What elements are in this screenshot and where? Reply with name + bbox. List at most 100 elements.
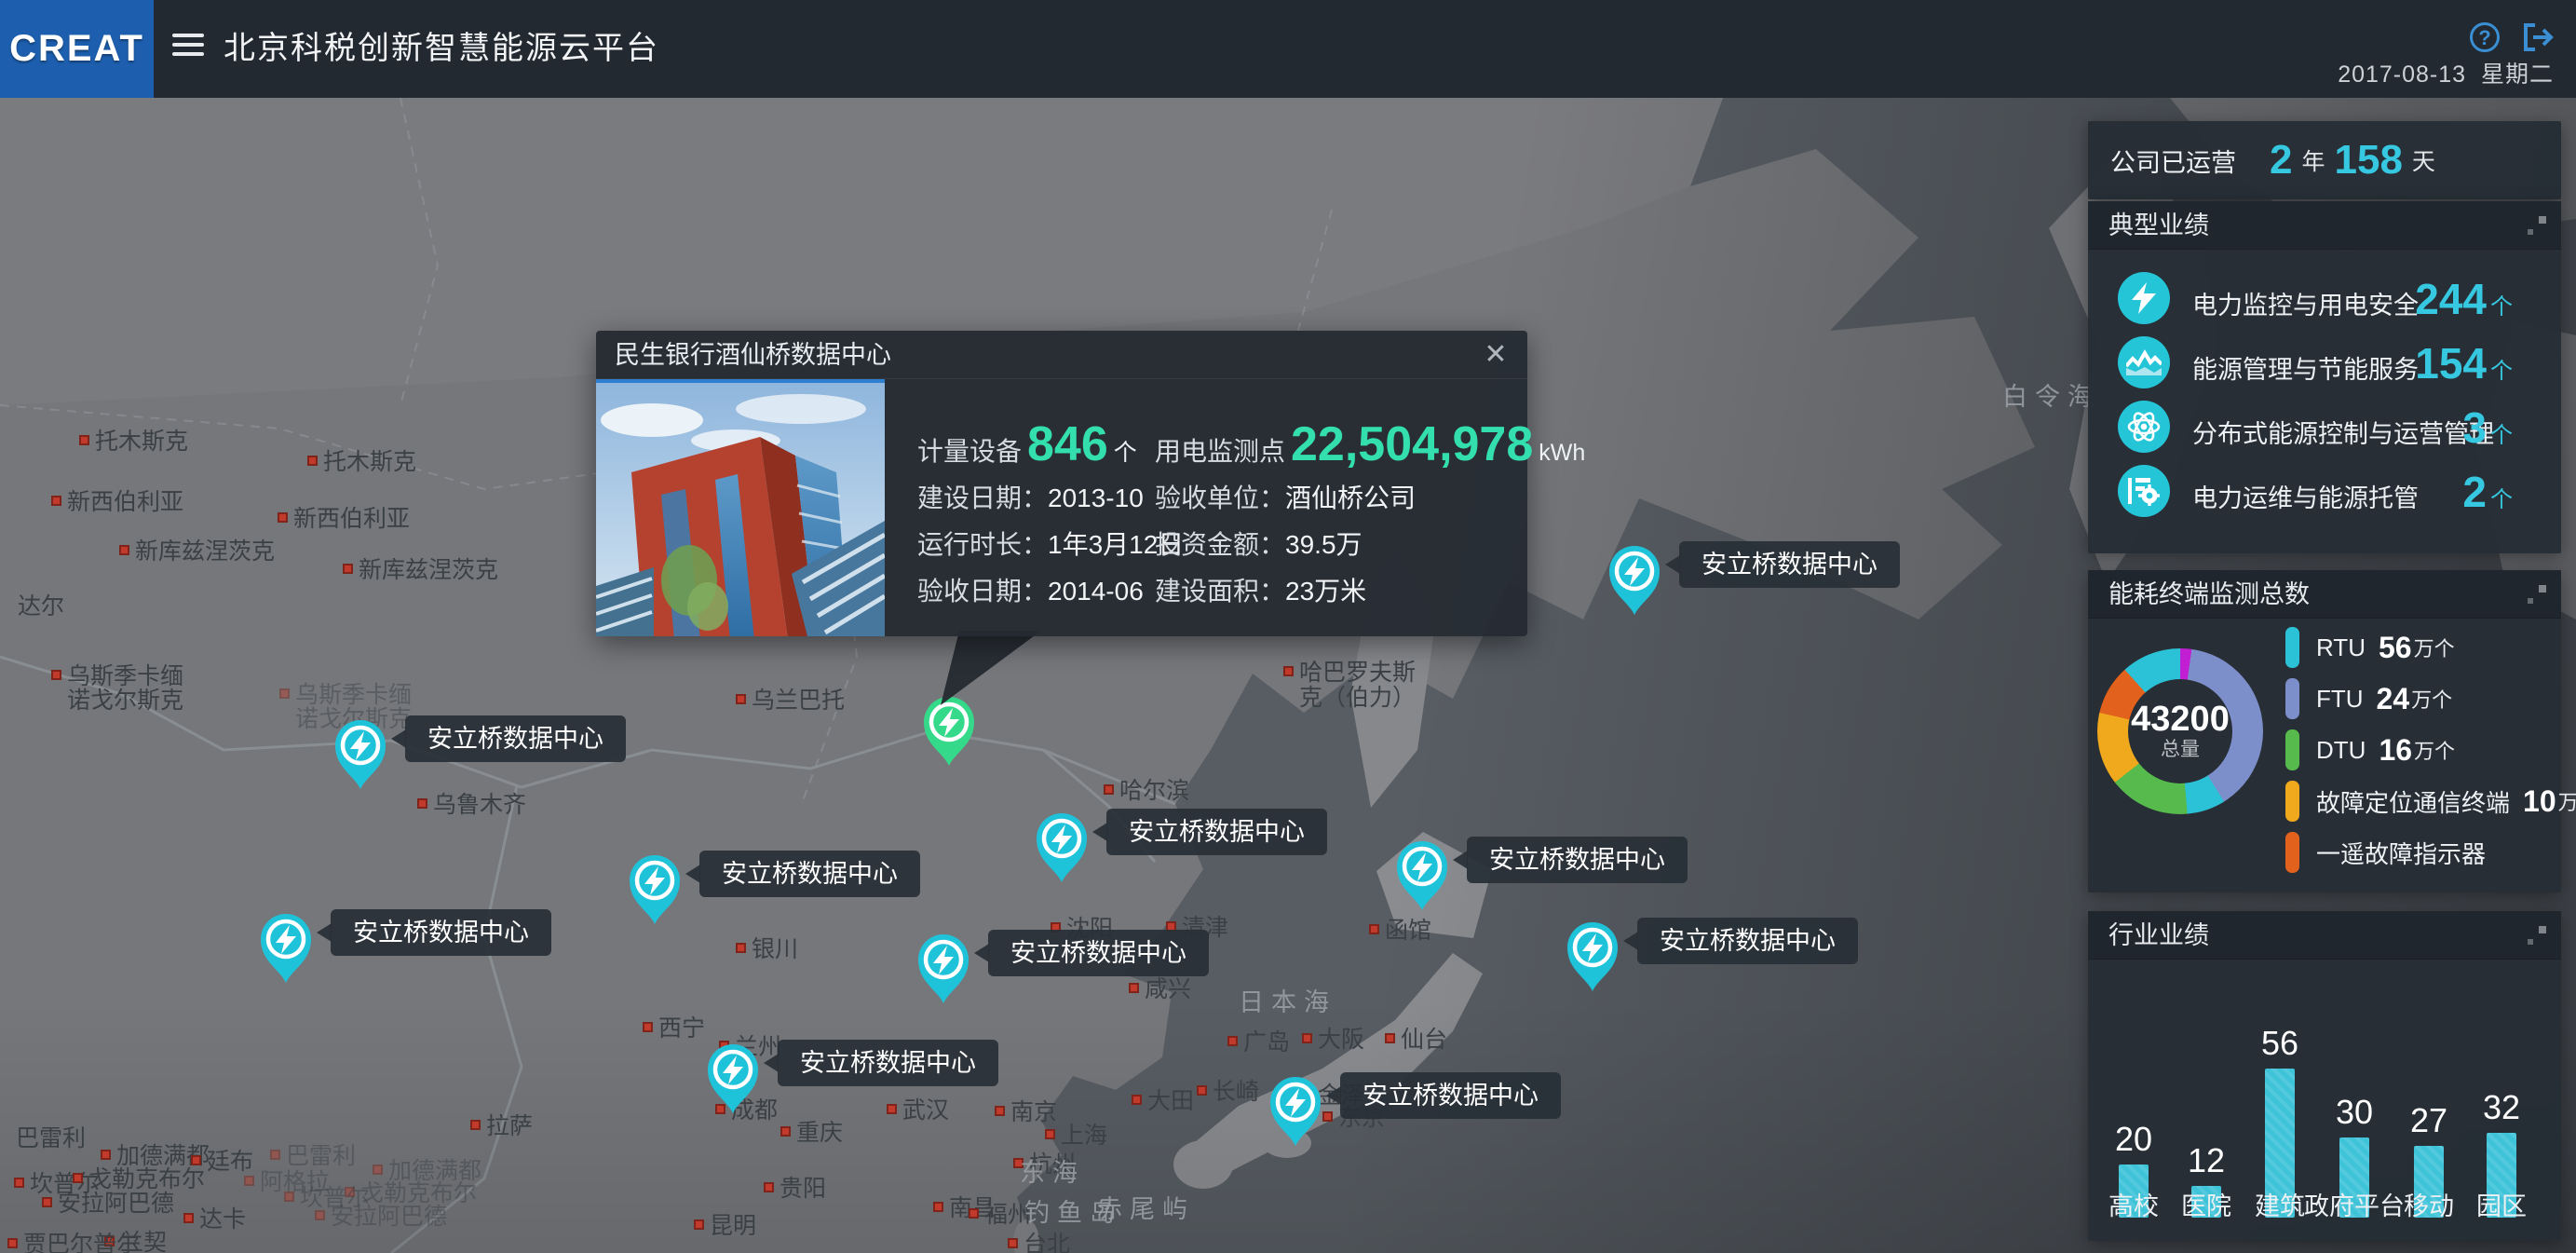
- legend-item: DTU16万个: [2285, 729, 2455, 771]
- popup-stat-secondary: 验收单位：酒仙桥公司: [1155, 478, 1416, 515]
- datacenter-marker-label[interactable]: 安立桥数据中心: [405, 715, 626, 762]
- datacenter-pin-icon[interactable]: [1562, 919, 1623, 998]
- datacenter-marker-label[interactable]: 安立桥数据中心: [331, 909, 551, 956]
- operation-years: 2: [2270, 137, 2292, 184]
- legend-item: 一遥故障指示器: [2285, 831, 2501, 874]
- city-label: 托木斯克: [79, 423, 188, 456]
- datacenter-marker-label[interactable]: 安立桥数据中心: [699, 851, 920, 897]
- bar-value-label: 12: [2164, 1141, 2248, 1180]
- city-dot-icon: [1369, 924, 1379, 934]
- datacenter-marker-label[interactable]: 安立桥数据中心: [1679, 541, 1900, 588]
- performance-label: 能源管理与节能服务: [2192, 349, 2419, 386]
- city-label: 长崎: [1197, 1073, 1259, 1107]
- help-icon[interactable]: ?: [2470, 22, 2500, 52]
- city-label: 贵阳: [764, 1170, 826, 1204]
- city-dot-icon: [343, 564, 353, 574]
- bar-value-label: 56: [2238, 1024, 2322, 1063]
- city-dot-icon: [1129, 983, 1139, 993]
- panel-industry-performance: 行业业绩 20高校12医院56建筑30政府平台27移动32园区: [2088, 911, 2561, 1241]
- typical-performance-item[interactable]: 电力运维与能源托管2个: [2088, 465, 2561, 521]
- creat-logo: CREAT: [0, 0, 154, 98]
- operation-days: 158: [2335, 137, 2403, 184]
- datacenter-building-photo: [596, 379, 885, 636]
- pulse-icon: [2118, 336, 2170, 388]
- datacenter-marker-label[interactable]: 安立桥数据中心: [1467, 837, 1688, 883]
- city-label: 新库兹涅茨克: [119, 533, 275, 566]
- datacenter-marker-label[interactable]: 安立桥数据中心: [1106, 809, 1327, 855]
- city-dot-icon: [1283, 666, 1294, 676]
- logout-icon[interactable]: [2522, 23, 2554, 51]
- city-label: 拉萨: [470, 1108, 533, 1141]
- datacenter-marker-label[interactable]: 安立桥数据中心: [1340, 1072, 1561, 1119]
- datacenter-pin-icon[interactable]: [330, 716, 391, 796]
- expand-icon[interactable]: [2528, 585, 2546, 604]
- city-dot-icon: [373, 1164, 383, 1175]
- app-header: CREAT 北京科税创新智慧能源云平台 ? 2017-08-13 星期二: [0, 0, 2576, 98]
- expand-icon[interactable]: [2528, 216, 2546, 235]
- legend-item: RTU56万个: [2285, 626, 2455, 669]
- city-dot-icon: [887, 1104, 897, 1114]
- datacenter-pin-icon[interactable]: [913, 931, 974, 1010]
- city-label: 哈尔滨: [1104, 772, 1189, 806]
- typical-performance-item[interactable]: 分布式能源控制与运营管理3个: [2088, 401, 2561, 456]
- popup-stat-secondary: 运行时长：1年3月12日: [917, 524, 1184, 562]
- menu-icon[interactable]: [172, 34, 204, 63]
- city-label: 新西伯利亚: [278, 500, 410, 534]
- city-label: 阿格拉: [244, 1164, 330, 1197]
- panel-typical-performance: 典型业绩 电力监控与用电安全244个能源管理与节能服务154个分布式能源控制与运…: [2088, 201, 2561, 553]
- legend-swatch: [2285, 678, 2299, 719]
- city-dot-icon: [73, 1173, 83, 1183]
- city-dot-icon: [969, 1208, 979, 1219]
- city-label: 大田: [1132, 1083, 1194, 1116]
- city-label: 达尔: [2, 588, 64, 621]
- terminal-donut-chart: 43200 总量: [2097, 648, 2263, 814]
- datacenter-pin-icon[interactable]: [624, 851, 685, 931]
- expand-icon[interactable]: [2528, 926, 2546, 945]
- city-label: 新库兹涅茨克: [343, 552, 498, 585]
- city-label: 安拉阿巴德: [42, 1185, 174, 1219]
- datacenter-pin-icon[interactable]: [255, 910, 317, 989]
- sea-label: 日本海: [1239, 982, 1336, 1018]
- city-dot-icon: [42, 1197, 52, 1207]
- legend-item: FTU24万个: [2285, 677, 2452, 720]
- city-label: 大阪: [1302, 1021, 1364, 1055]
- legend-item: 故障定位通信终端10万个: [2285, 780, 2576, 823]
- datacenter-pin-icon[interactable]: [1604, 542, 1665, 621]
- bar-value-label: 20: [2092, 1120, 2176, 1159]
- city-label: 乌兰巴托: [736, 682, 845, 715]
- city-dot-icon: [694, 1219, 704, 1230]
- city-dot-icon: [51, 670, 61, 680]
- city-label: 新西伯利亚: [51, 483, 183, 517]
- popup-stat-primary: 用电监测点22,504,978kWh: [1155, 416, 1585, 472]
- datacenter-pin-icon[interactable]: [1265, 1073, 1326, 1152]
- city-label: 托木斯克: [307, 443, 416, 477]
- datacenter-pin-icon[interactable]: [1391, 838, 1453, 917]
- city-label: 台北: [1008, 1226, 1070, 1253]
- dashboard: 托木斯克托木斯克新西伯利亚新西伯利亚新库兹涅茨克新库兹涅茨克乌斯季卡缅诺戈尔斯克…: [0, 0, 2576, 1253]
- city-dot-icon: [1197, 1085, 1207, 1096]
- datacenter-marker-label[interactable]: 安立桥数据中心: [988, 930, 1209, 976]
- sea-label: 赤尾屿: [1097, 1189, 1195, 1225]
- city-dot-icon: [7, 1238, 18, 1248]
- legend-swatch: [2285, 781, 2299, 822]
- datacenter-marker-label[interactable]: 安立桥数据中心: [1637, 918, 1858, 964]
- city-dot-icon: [1385, 1033, 1395, 1043]
- performance-label: 电力运维与能源托管: [2192, 478, 2419, 514]
- datacenter-pin-icon[interactable]: [702, 1041, 764, 1120]
- sea-label: 东海: [1020, 1152, 1085, 1189]
- datacenter-pin-icon[interactable]: [1031, 810, 1092, 889]
- city-label: 西宁: [643, 1010, 705, 1043]
- datacenter-marker-label[interactable]: 安立桥数据中心: [778, 1040, 998, 1086]
- typical-performance-item[interactable]: 电力监控与用电安全244个: [2088, 272, 2561, 328]
- city-label: 昆明: [694, 1207, 756, 1241]
- close-icon[interactable]: ✕: [1479, 338, 1512, 372]
- typical-performance-item[interactable]: 能源管理与节能服务154个: [2088, 336, 2561, 392]
- city-dot-icon: [51, 496, 61, 506]
- city-dot-icon: [279, 688, 290, 699]
- panel-industry-header: 行业业绩: [2088, 911, 2561, 960]
- popup-title: 民生银行酒仙桥数据中心: [615, 331, 891, 379]
- performance-count: 244个: [2415, 274, 2513, 324]
- city-dot-icon: [101, 1150, 111, 1160]
- city-dot-icon: [995, 1106, 1005, 1116]
- popup-titlebar: 民生银行酒仙桥数据中心 ✕: [596, 331, 1527, 379]
